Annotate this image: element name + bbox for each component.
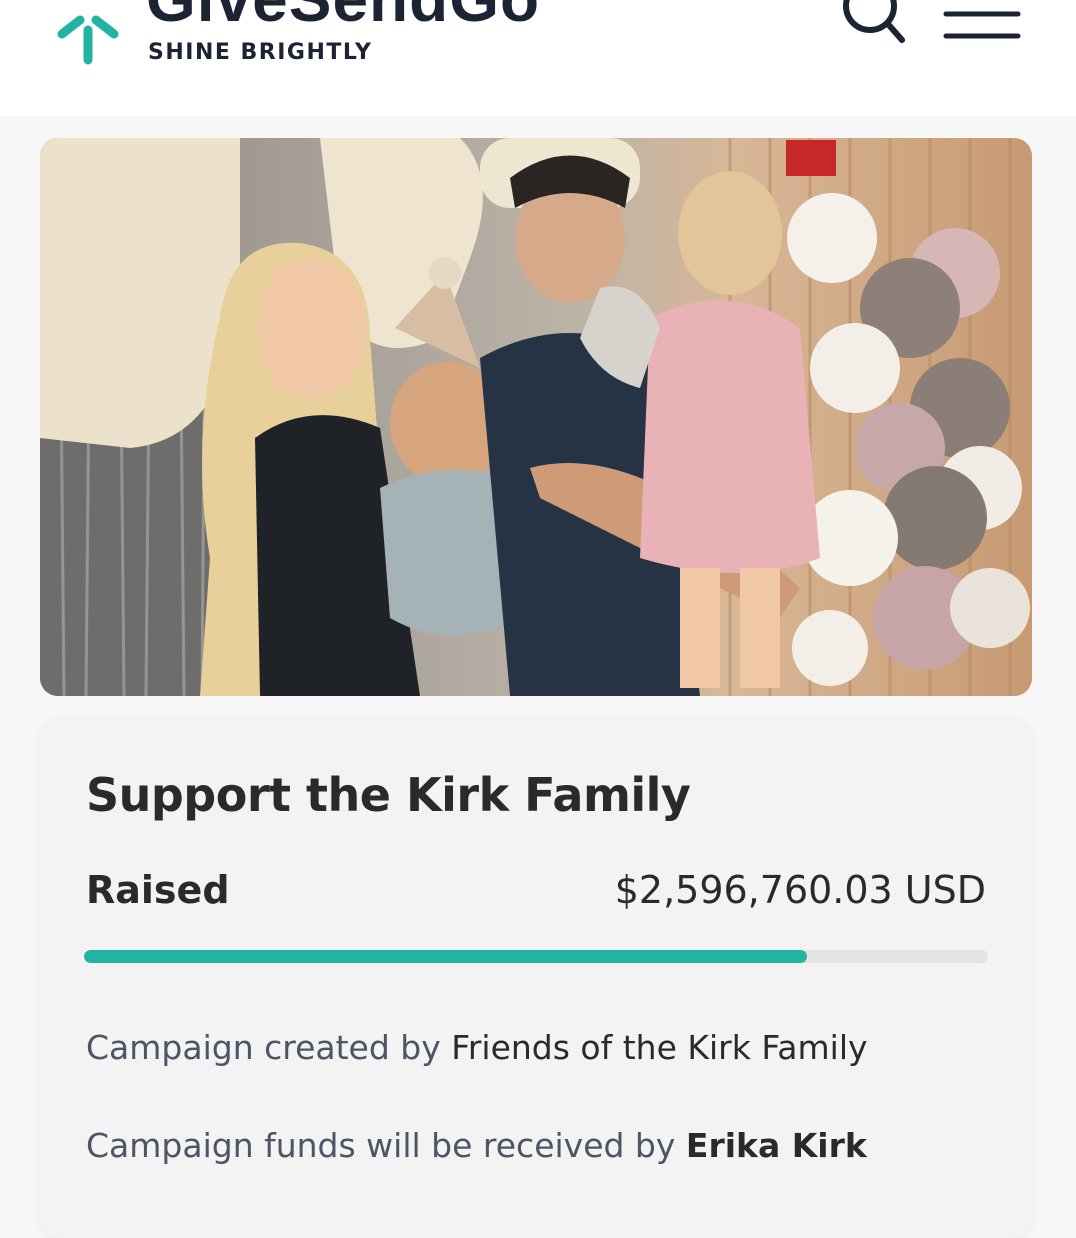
received-by-prefix: Campaign funds will be received by <box>86 1126 686 1165</box>
raised-amount: $2,596,760.03 USD <box>614 868 986 912</box>
created-by-prefix: Campaign created by <box>86 1028 452 1067</box>
campaign-card: Support the Kirk Family Raised $2,596,76… <box>40 718 1032 1238</box>
creator-name[interactable]: Friends of the Kirk Family <box>451 1028 867 1067</box>
progress-bar <box>84 950 988 963</box>
campaign-creator: Campaign created by Friends of the Kirk … <box>86 1028 868 1067</box>
campaign-beneficiary: Campaign funds will be received by Erika… <box>86 1126 867 1165</box>
brand-tagline: SHINE BRIGHTLY <box>148 40 373 65</box>
beneficiary-name[interactable]: Erika Kirk <box>686 1126 867 1165</box>
campaign-title: Support the Kirk Family <box>86 768 691 822</box>
search-icon[interactable] <box>836 0 908 52</box>
logo-arrow-icon[interactable] <box>52 8 122 68</box>
site-header: GiveSendGo SHINE BRIGHTLY <box>0 0 1076 116</box>
hamburger-menu-icon[interactable] <box>942 8 1022 44</box>
raised-label: Raised <box>86 868 230 912</box>
brand-wordmark[interactable]: GiveSendGo <box>146 0 540 34</box>
campaign-photo <box>40 138 1032 696</box>
progress-fill <box>84 950 808 963</box>
